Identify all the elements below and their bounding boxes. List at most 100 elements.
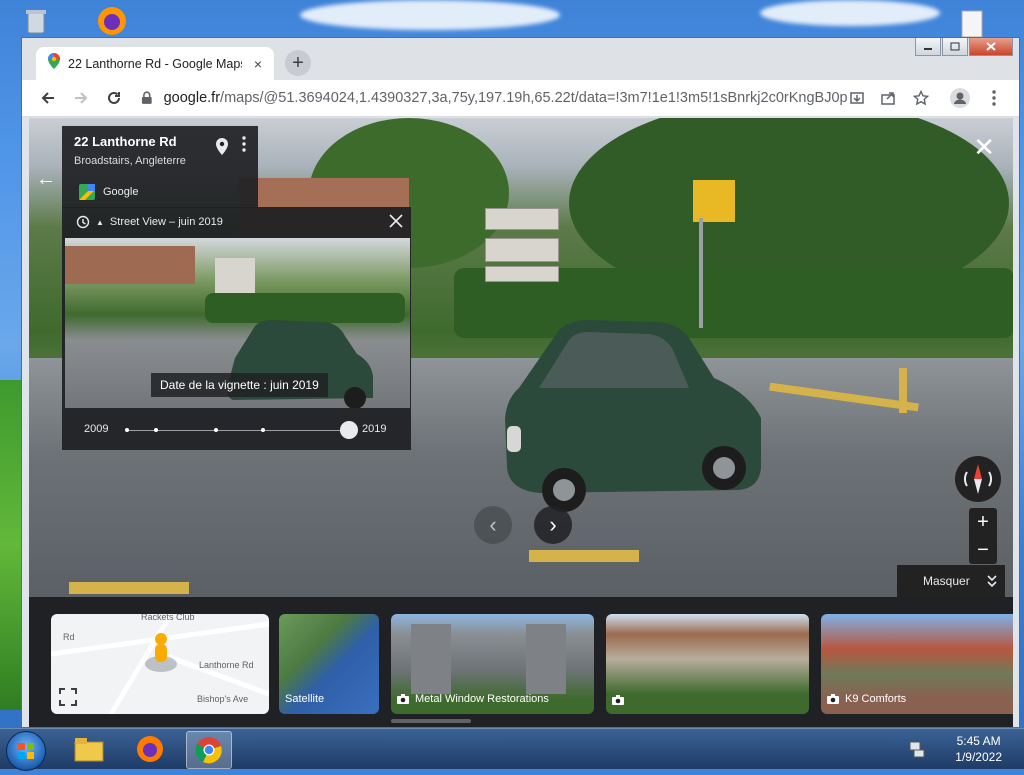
- slider-tick[interactable]: [125, 428, 129, 432]
- zoom-out-button[interactable]: −: [969, 536, 997, 564]
- slider-tick[interactable]: [261, 428, 265, 432]
- taskbar: 5:45 AM 1/9/2022: [0, 728, 1024, 771]
- scene-car: [505, 320, 761, 512]
- map-label: Rd: [63, 632, 75, 642]
- bookmark-star-icon[interactable]: [909, 86, 933, 110]
- maximize-button[interactable]: [942, 38, 968, 56]
- slider-track[interactable]: [126, 430, 346, 431]
- lock-icon: [141, 91, 152, 104]
- scene-sign: [485, 266, 559, 282]
- install-app-icon[interactable]: [845, 86, 869, 110]
- scene-road-marking: [899, 368, 907, 413]
- file-explorer-icon[interactable]: [67, 731, 111, 767]
- scene-sign: [485, 208, 559, 230]
- scene-road-marking: [69, 582, 189, 594]
- system-clock[interactable]: 5:45 AM 1/9/2022: [955, 733, 1002, 765]
- file-desktop-icon[interactable]: [956, 8, 988, 40]
- tab-strip: 22 Lanthorne Rd - Google Maps × +: [22, 38, 1019, 80]
- address-bar[interactable]: google.fr/maps/@51.3694024,1.4390327,3a,…: [140, 85, 848, 111]
- close-window-button[interactable]: [969, 38, 1013, 56]
- photo-tower: [526, 624, 566, 694]
- forward-button[interactable]: [69, 86, 93, 110]
- close-time-machine-icon[interactable]: [389, 211, 403, 234]
- tab-google-maps[interactable]: 22 Lanthorne Rd - Google Maps ×: [36, 47, 274, 80]
- menu-kebab-icon[interactable]: [982, 86, 1006, 110]
- slider-tick[interactable]: [154, 428, 158, 432]
- expand-caret-icon: ▲: [96, 217, 104, 227]
- time-machine-title: Street View – juin 2019: [109, 216, 223, 228]
- hide-panel-button[interactable]: Masquer: [897, 565, 1005, 597]
- start-button[interactable]: [6, 731, 46, 771]
- photo-card-1[interactable]: Metal Window Restorations: [391, 614, 594, 714]
- network-tray-icon[interactable]: [902, 731, 932, 767]
- desktop-cloud: [760, 0, 940, 26]
- zoom-in-button[interactable]: +: [969, 508, 997, 536]
- tab-close-icon[interactable]: ×: [250, 56, 266, 72]
- firefox-desktop-icon[interactable]: [96, 5, 128, 37]
- minimap-card[interactable]: Rackets Club Rd Lanthorne Rd Bishop's Av…: [51, 614, 269, 714]
- camera-icon: [397, 694, 409, 704]
- street-view-canvas[interactable]: 22 Lanthorne Rd Broadstairs, Angleterre …: [29, 118, 1013, 727]
- clock-date: 1/9/2022: [955, 750, 1002, 764]
- google-maps-icon: [79, 184, 95, 200]
- slider-end-year: 2019: [362, 423, 387, 435]
- satellite-card[interactable]: Satellite: [279, 614, 379, 714]
- previous-arrow-icon[interactable]: ‹: [474, 506, 512, 544]
- history-icon: [76, 215, 90, 229]
- profile-avatar[interactable]: [948, 86, 972, 110]
- scene-pole: [699, 218, 703, 328]
- map-pin-icon[interactable]: [216, 138, 228, 160]
- close-street-view-icon[interactable]: ✕: [973, 134, 995, 160]
- chrome-taskbar-icon[interactable]: [186, 731, 232, 769]
- slider-knob[interactable]: [340, 421, 358, 439]
- map-label: Bishop's Ave: [197, 694, 249, 704]
- slider-tick[interactable]: [214, 428, 218, 432]
- minimize-button[interactable]: [915, 38, 941, 56]
- camera-icon: [827, 694, 839, 704]
- back-arrow-icon[interactable]: ←: [36, 168, 56, 191]
- thumb-sign: [215, 258, 255, 298]
- zoom-control: + −: [969, 508, 997, 564]
- time-machine-header[interactable]: ▲ Street View – juin 2019: [62, 207, 411, 237]
- photo-label: K9 Comforts: [827, 693, 906, 705]
- camera-icon: [612, 695, 624, 705]
- recycle-bin-icon[interactable]: [20, 5, 52, 37]
- slider-start-year: 2009: [84, 423, 109, 435]
- scene-sign: [485, 238, 559, 262]
- reload-button[interactable]: [102, 86, 126, 110]
- photo-card-2[interactable]: [606, 614, 809, 714]
- photo-label: Metal Window Restorations: [397, 693, 549, 705]
- map-label: Rackets Club: [141, 614, 195, 622]
- time-machine-thumbnail[interactable]: Date de la vignette : juin 2019: [65, 238, 410, 408]
- photo-label: [612, 695, 630, 705]
- thumb-building: [65, 246, 195, 284]
- hide-label: Masquer: [923, 574, 970, 588]
- more-options-icon[interactable]: [242, 136, 246, 152]
- strip-scrollbar[interactable]: [391, 719, 471, 723]
- pegman-icon[interactable]: [143, 630, 179, 672]
- photo-tower: [411, 624, 451, 694]
- compass-icon[interactable]: [955, 456, 1001, 502]
- new-tab-button[interactable]: +: [285, 50, 311, 76]
- url-text: google.fr/maps/@51.3694024,1.4390327,3a,…: [163, 90, 848, 106]
- map-label: Lanthorne Rd: [199, 660, 254, 670]
- next-arrow-icon[interactable]: ›: [534, 506, 572, 544]
- google-provider: Google: [79, 184, 138, 200]
- fullscreen-icon[interactable]: [59, 688, 77, 706]
- time-slider[interactable]: 2009 2019: [62, 410, 411, 450]
- tab-title: 22 Lanthorne Rd - Google Maps: [68, 56, 242, 71]
- browser-window: 22 Lanthorne Rd - Google Maps × + google…: [21, 37, 1020, 728]
- collapse-chevron-icon: [987, 575, 997, 588]
- share-icon[interactable]: [876, 86, 900, 110]
- time-machine-panel: ▲ Street View – juin 2019 Date de la vig…: [62, 207, 411, 450]
- photo-card-3[interactable]: K9 Comforts: [821, 614, 1013, 714]
- scene-road-marking: [529, 550, 639, 562]
- maps-pin-icon: [48, 53, 60, 74]
- back-button[interactable]: [36, 86, 60, 110]
- clock-time: 5:45 AM: [956, 734, 1001, 748]
- imagery-strip: Rackets Club Rd Lanthorne Rd Bishop's Av…: [29, 597, 1013, 727]
- firefox-taskbar-icon[interactable]: [128, 731, 172, 767]
- place-info-card: 22 Lanthorne Rd Broadstairs, Angleterre …: [62, 126, 258, 208]
- desktop-cloud: [300, 0, 560, 30]
- scene-yellow-sign: [693, 180, 735, 222]
